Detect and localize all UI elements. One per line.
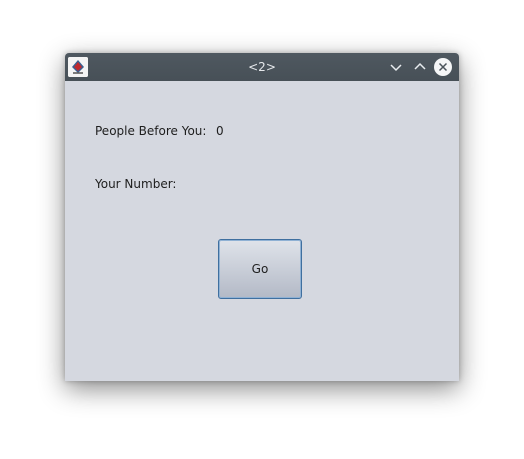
people-before-value: 0 bbox=[216, 124, 224, 138]
title-bar[interactable]: <2> bbox=[65, 53, 459, 81]
chevron-up-icon bbox=[414, 62, 426, 70]
your-number-label: Your Number: bbox=[95, 177, 177, 191]
minimize-button[interactable] bbox=[387, 58, 405, 76]
people-before-label: People Before You: bbox=[95, 124, 207, 138]
chevron-down-icon bbox=[390, 64, 402, 72]
java-app-icon[interactable] bbox=[68, 57, 88, 77]
maximize-button[interactable] bbox=[411, 58, 429, 76]
close-button[interactable] bbox=[434, 58, 452, 76]
go-button[interactable]: Go bbox=[218, 239, 302, 299]
app-window: <2> People Before You: 0 Your Number: Go bbox=[65, 53, 459, 381]
window-content: People Before You: 0 Your Number: Go bbox=[65, 81, 459, 381]
close-icon bbox=[434, 58, 452, 76]
